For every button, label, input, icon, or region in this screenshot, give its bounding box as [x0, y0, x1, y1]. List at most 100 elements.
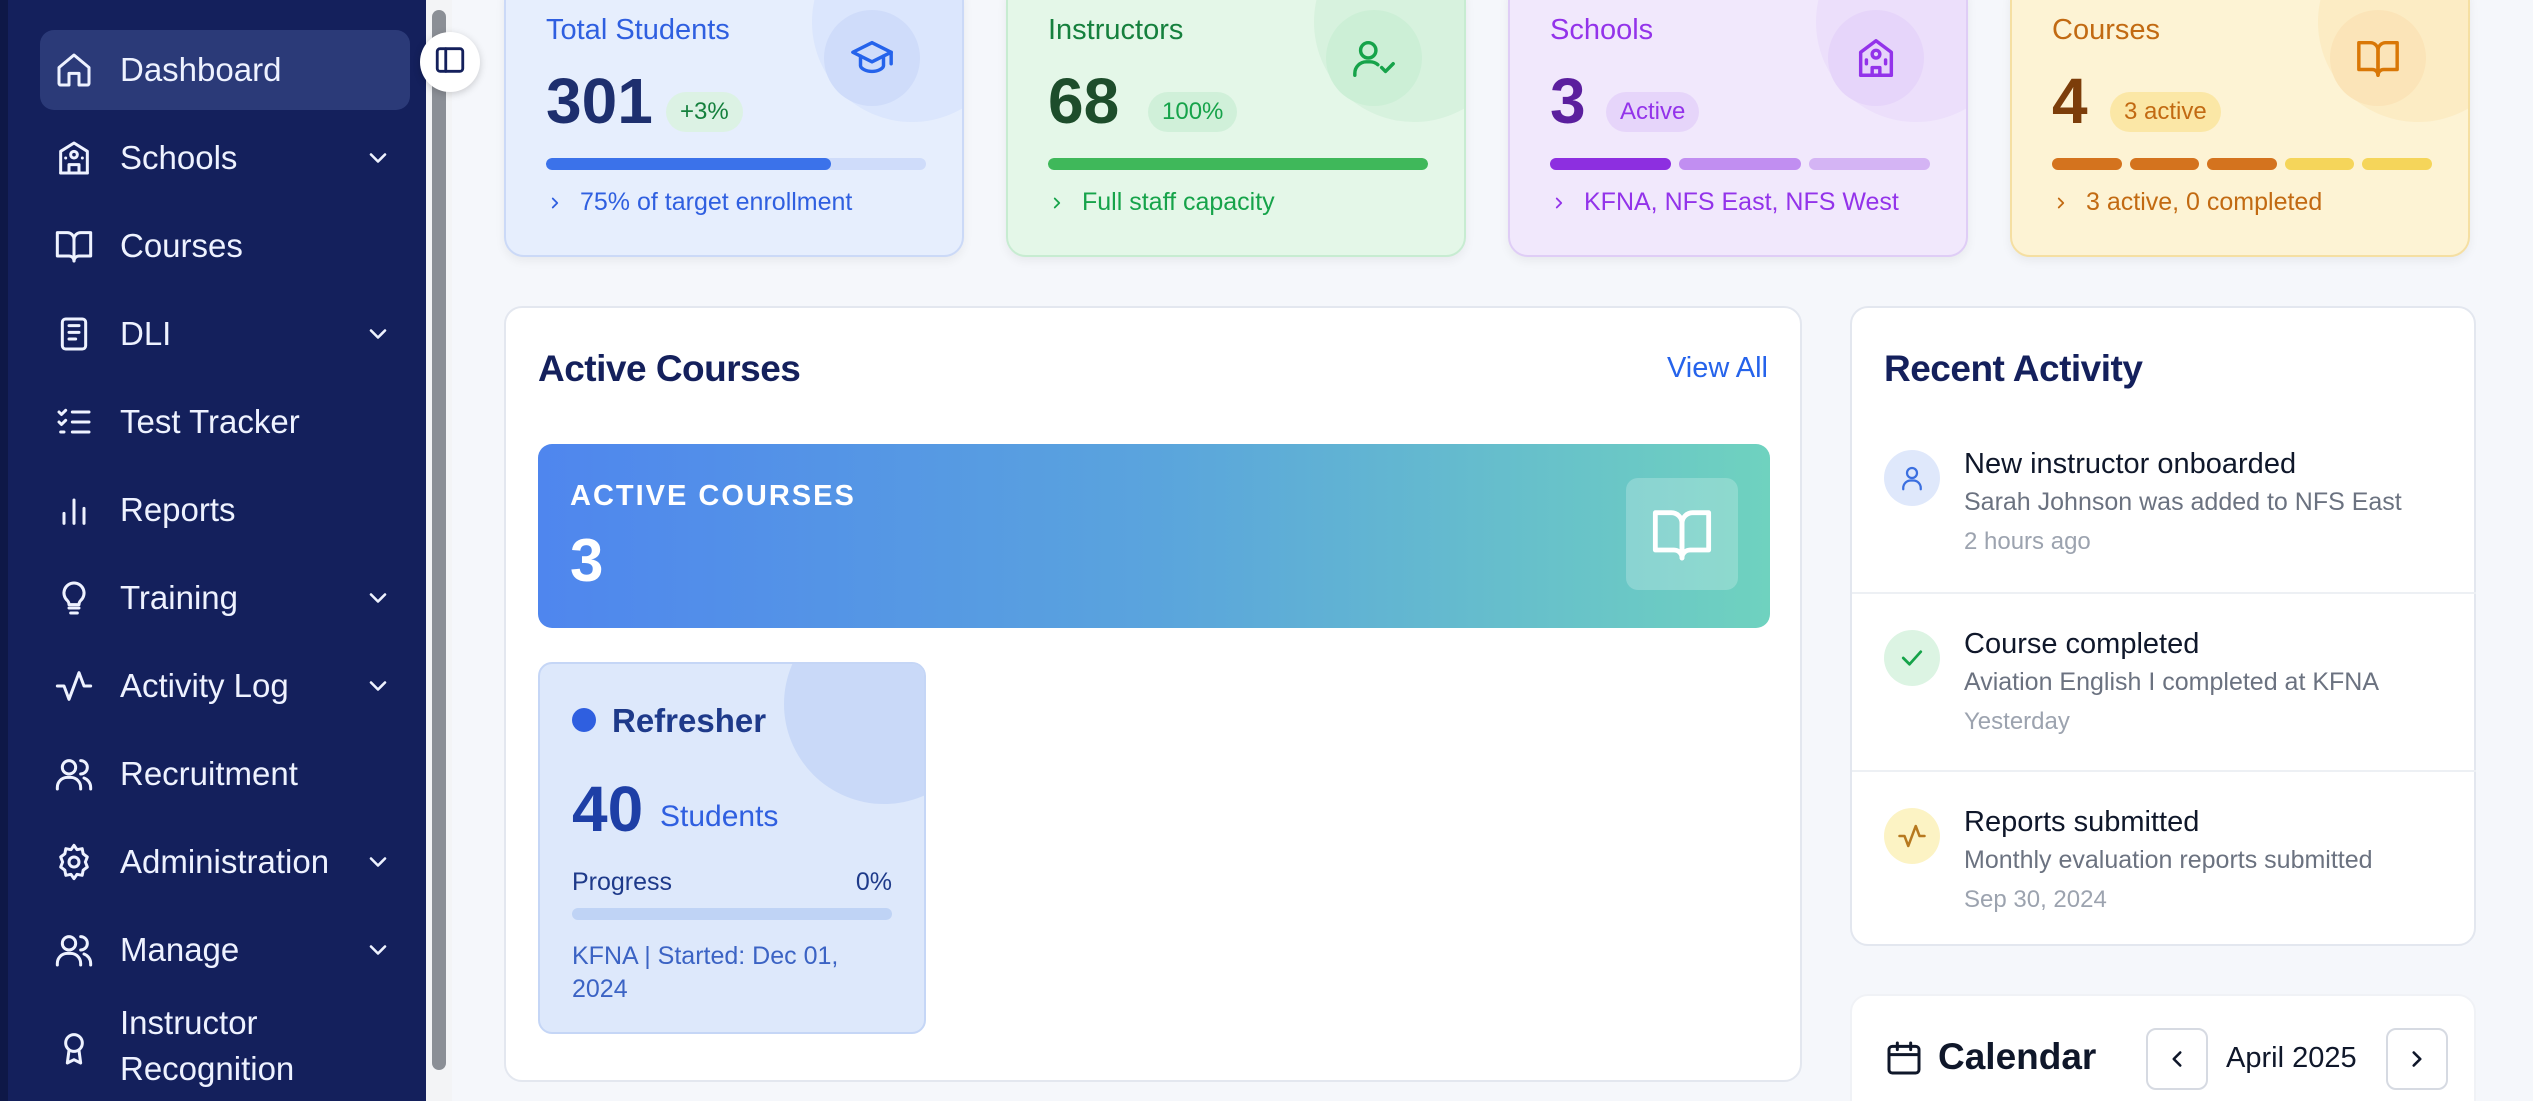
active-courses-panel: Active Courses View All ACTIVE COURSES 3…	[504, 306, 1802, 1082]
panel-title: Recent Activity	[1884, 348, 2143, 389]
stat-footer-text: Full staff capacity	[1082, 188, 1275, 216]
stat-card-courses[interactable]: Courses 4 3 active 3 active, 0 completed	[2010, 0, 2470, 257]
activity-icon	[1884, 808, 1940, 864]
segment	[1550, 158, 1672, 170]
sidebar-item-recruitment[interactable]: Recruitment	[40, 734, 410, 814]
activity-description: Aviation English I completed at KFNA	[1964, 668, 2380, 696]
activity-item[interactable]: New instructor onboarded Sarah Johnson w…	[1852, 414, 2476, 592]
calendar-next-button[interactable]	[2386, 1028, 2448, 1090]
segment	[2052, 158, 2122, 170]
segment	[1808, 158, 1930, 170]
sidebar-item-test-tracker[interactable]: Test Tracker	[40, 382, 410, 462]
activity-list: New instructor onboarded Sarah Johnson w…	[1852, 414, 2476, 948]
progress-fill	[546, 158, 831, 170]
sidebar-item-label: Test Tracker	[120, 403, 300, 440]
stat-footer: 75% of target enrollment	[546, 188, 852, 217]
sidebar-item-administration[interactable]: Administration	[40, 822, 410, 902]
chevron-down-icon	[364, 320, 392, 348]
progress-fill	[1048, 158, 1428, 170]
sidebar-nav: Dashboard Schools Courses DLI Test Track…	[40, 30, 410, 1101]
building-icon	[54, 138, 94, 178]
sidebar-item-dli[interactable]: DLI	[40, 294, 410, 374]
segment	[1679, 158, 1801, 170]
book-open-icon	[2330, 10, 2426, 106]
activity-title: New instructor onboarded	[1964, 448, 2297, 480]
activity-description: Sarah Johnson was added to NFS East	[1964, 488, 2402, 516]
sidebar-item-label: Reports	[120, 491, 236, 528]
scrollbar-thumb[interactable]	[432, 10, 446, 1070]
user-check-icon	[1326, 10, 1422, 106]
calendar-icon	[1884, 1038, 1924, 1078]
segment	[2284, 158, 2355, 170]
stat-footer-text: 3 active, 0 completed	[2086, 188, 2323, 216]
book-icon	[54, 314, 94, 354]
sidebar-item-label: DLI	[120, 315, 172, 352]
stat-footer: KFNA, NFS East, NFS West	[1550, 188, 1899, 217]
stat-value: 3	[1550, 65, 1586, 137]
sidebar: Dashboard Schools Courses DLI Test Track…	[0, 0, 426, 1101]
status-dot	[572, 708, 596, 732]
chevron-down-icon	[364, 848, 392, 876]
course-students-label: Students	[660, 800, 779, 833]
user-icon	[1884, 450, 1940, 506]
segment	[2129, 158, 2200, 170]
sidebar-item-manage[interactable]: Manage	[40, 910, 410, 990]
sidebar-item-activity-log[interactable]: Activity Log	[40, 646, 410, 726]
sidebar-item-label: Manage	[120, 931, 240, 968]
calendar-prev-button[interactable]	[2146, 1028, 2208, 1090]
activity-description: Monthly evaluation reports submitted	[1964, 846, 2373, 874]
card-decoration	[784, 664, 924, 804]
recent-activity-panel: Recent Activity New instructor onboarded…	[1850, 306, 2476, 946]
calendar-month: April 2025	[2226, 1042, 2357, 1074]
stat-card-total-students[interactable]: Total Students 301 +3% 75% of target enr…	[504, 0, 964, 257]
home-icon	[54, 50, 94, 90]
activity-item[interactable]: Reports submitted Monthly evaluation rep…	[1852, 770, 2476, 948]
panel-title: Active Courses	[538, 348, 801, 389]
sidebar-item-schools[interactable]: Schools	[40, 118, 410, 198]
stat-card-schools[interactable]: Schools 3 Active KFNA, NFS East, NFS Wes…	[1508, 0, 1968, 257]
sidebar-toggle-button[interactable]	[420, 32, 480, 92]
stat-badge: 100%	[1148, 92, 1238, 132]
sidebar-item-label: Training	[120, 579, 238, 616]
chevron-down-icon	[364, 672, 392, 700]
sidebar-item-training[interactable]: Training	[40, 558, 410, 638]
sidebar-item-label: Courses	[120, 227, 243, 264]
sidebar-item-courses[interactable]: Courses	[40, 206, 410, 286]
course-card[interactable]: Refresher 40 Students Progress 0% KFNA |…	[538, 662, 926, 1034]
stat-badge: 3 active	[2110, 92, 2221, 132]
stat-card-instructors[interactable]: Instructors 68 100% Full staff capacity	[1006, 0, 1466, 257]
sidebar-item-instructor-recognition[interactable]: Instructor Recognition	[40, 998, 410, 1098]
banner-label: ACTIVE COURSES	[570, 480, 856, 512]
chevron-right-icon	[1555, 197, 1563, 208]
activity-title: Reports submitted	[1964, 806, 2200, 838]
stat-footer-text: KFNA, NFS East, NFS West	[1584, 188, 1899, 216]
chevron-right-icon	[2057, 197, 2065, 208]
stat-segment-bar	[1550, 158, 1930, 170]
stat-value: 301	[546, 65, 653, 137]
chevron-down-icon	[364, 144, 392, 172]
activity-item[interactable]: Course completed Aviation English I comp…	[1852, 592, 2476, 770]
stat-title: Total Students	[546, 14, 730, 46]
chevron-right-icon	[2412, 1051, 2422, 1067]
book-open-icon	[1626, 478, 1738, 590]
bar-chart-icon	[54, 490, 94, 530]
users-icon	[54, 754, 94, 794]
view-all-link[interactable]: View All	[1667, 352, 1768, 385]
activity-time: 2 hours ago	[1964, 528, 2091, 555]
course-name: Refresher	[612, 702, 767, 739]
stat-title: Instructors	[1048, 14, 1184, 46]
course-students-count: 40	[572, 773, 644, 845]
sidebar-item-label: Dashboard	[120, 51, 282, 88]
sidebar-item-reports[interactable]: Reports	[40, 470, 410, 550]
sidebar-item-label: Recruitment	[120, 755, 298, 792]
sidebar-item-label: Administration	[120, 843, 330, 880]
book-open-icon	[54, 226, 94, 266]
stat-value: 4	[2052, 65, 2088, 137]
sidebar-item-label: Schools	[120, 139, 238, 176]
sidebar-scrollbar[interactable]	[426, 0, 452, 1101]
calendar-title: Calendar	[1938, 1036, 2097, 1077]
stat-title: Courses	[2052, 14, 2160, 46]
active-courses-banner: ACTIVE COURSES 3	[538, 444, 1770, 628]
stat-footer: 3 active, 0 completed	[2052, 188, 2322, 217]
sidebar-item-dashboard[interactable]: Dashboard	[40, 30, 410, 110]
